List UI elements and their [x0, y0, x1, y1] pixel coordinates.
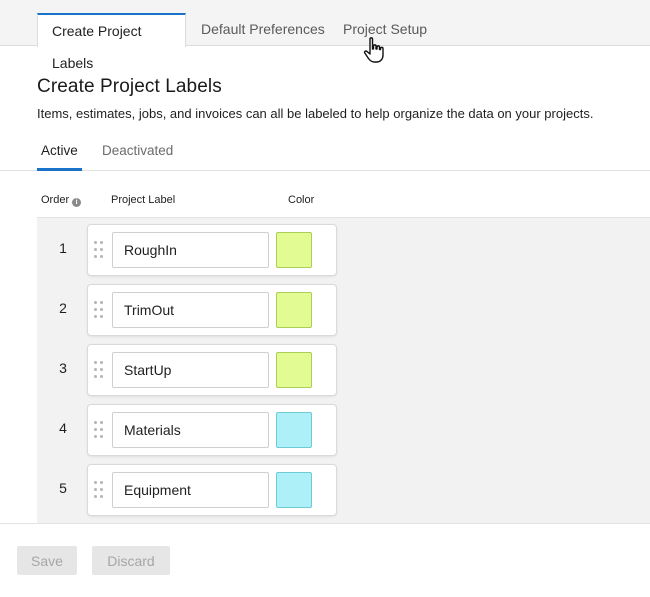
top-tab-bar: Create Project Labels Default Preference…	[0, 0, 650, 71]
drag-handle-icon[interactable]	[94, 361, 106, 381]
row-order: 2	[59, 300, 67, 316]
project-label-input[interactable]: TrimOut	[112, 292, 269, 328]
tab-deactivated[interactable]: Deactivated	[102, 143, 173, 158]
form-footer: Save Discard	[0, 523, 650, 597]
row-order: 1	[59, 240, 67, 256]
row-order: 3	[59, 360, 67, 376]
tab-default-preferences[interactable]: Default Preferences	[187, 13, 339, 47]
project-label-input[interactable]: RoughIn	[112, 232, 269, 268]
project-label-input[interactable]: StartUp	[112, 352, 269, 388]
page-title: Create Project Labels	[37, 76, 222, 97]
drag-handle-icon[interactable]	[94, 421, 106, 441]
color-swatch[interactable]	[276, 232, 312, 268]
color-swatch[interactable]	[276, 352, 312, 388]
color-swatch[interactable]	[276, 292, 312, 328]
page-subtitle: Items, estimates, jobs, and invoices can…	[37, 106, 594, 121]
label-row: 1 RoughIn	[37, 224, 337, 276]
column-header-color: Color	[288, 194, 315, 206]
column-header-project-label: Project Label	[111, 194, 176, 206]
labels-list: 1 RoughIn 2 TrimOut 3 StartUp 4 Material…	[37, 217, 650, 523]
label-row: 3 StartUp	[37, 344, 337, 396]
label-card: Materials	[87, 404, 337, 456]
project-label-input[interactable]: Materials	[112, 412, 269, 448]
save-button[interactable]: Save	[17, 546, 77, 575]
label-card: Equipment	[87, 464, 337, 516]
label-row: 5 Equipment	[37, 464, 337, 516]
color-swatch[interactable]	[276, 412, 312, 448]
label-card: RoughIn	[87, 224, 337, 276]
label-card: StartUp	[87, 344, 337, 396]
label-card: TrimOut	[87, 284, 337, 336]
project-label-input[interactable]: Equipment	[112, 472, 269, 508]
drag-handle-icon[interactable]	[94, 301, 106, 321]
color-swatch[interactable]	[276, 472, 312, 508]
drag-handle-icon[interactable]	[94, 481, 106, 501]
row-order: 4	[59, 420, 67, 436]
hand-pointer-cursor-icon	[363, 37, 384, 63]
column-header-order-label: Order	[41, 194, 70, 206]
label-row: 2 TrimOut	[37, 284, 337, 336]
row-order: 5	[59, 480, 67, 496]
label-row: 4 Materials	[37, 404, 337, 456]
info-icon[interactable]: i	[72, 198, 82, 207]
discard-button[interactable]: Discard	[92, 546, 170, 575]
tab-create-project-labels[interactable]: Create Project Labels	[37, 13, 186, 71]
column-header-order: Order i	[41, 194, 82, 207]
tab-active[interactable]: Active	[41, 143, 78, 158]
status-tab-bar: Active Deactivated	[0, 135, 650, 171]
drag-handle-icon[interactable]	[94, 241, 106, 261]
active-tab-underline	[37, 168, 82, 171]
